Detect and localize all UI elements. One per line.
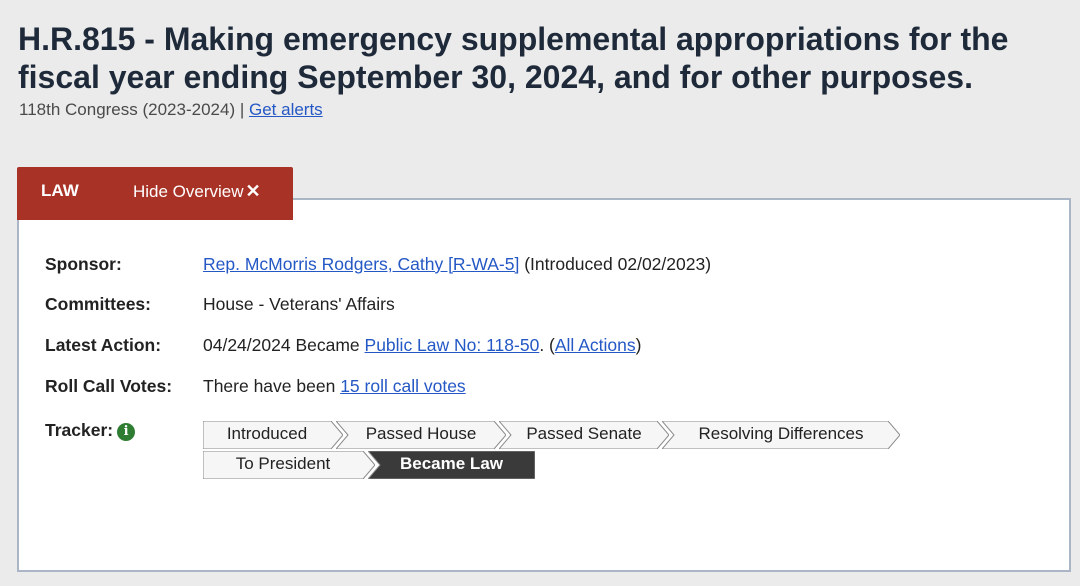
get-alerts-link[interactable]: Get alerts [249,100,323,119]
tracker-step-passed-house: Passed House [336,421,506,449]
tracker-step-introduced: Introduced [203,421,343,449]
page-title: H.R.815 - Making emergency supplemental … [18,21,1009,95]
all-actions-link[interactable]: All Actions [555,335,636,355]
roll-call-value: There have been 15 roll call votes [203,375,466,397]
hide-overview-button[interactable]: Hide Overview ✕ [133,181,261,202]
latest-action-close: ) [635,335,642,355]
committees-label: Committees: [45,294,151,314]
latest-action-text: 04/24/2024 Became [203,335,360,355]
latest-action-value: 04/24/2024 Became Public Law No: 118-50.… [203,334,641,356]
law-status-tab: LAW [41,181,79,200]
tracker-label: Tracker: [45,420,114,440]
latest-action-label: Latest Action: [45,335,162,355]
tracker-step-label: Introduced [226,424,308,443]
tracker-step-label: Resolving Differences [698,424,864,443]
tracker-step-resolving-differences: Resolving Differences [662,421,900,449]
hide-overview-label: Hide Overview [133,182,244,201]
sponsor-introduced: (Introduced 02/02/2023) [524,254,712,274]
congress-info: 118th Congress (2023-2024) | Get alerts [19,99,323,121]
tracker-step-label: Became Law [400,454,503,473]
tracker-step-became-law: Became Law [368,451,535,479]
tracker-step-to-president: To President [203,451,375,479]
congress-label: 118th Congress (2023-2024) | [19,100,245,119]
tracker-step-passed-senate: Passed Senate [499,421,669,449]
sponsor-value: Rep. McMorris Rodgers, Cathy [R-WA-5] (I… [203,253,711,275]
roll-call-text: There have been [203,376,336,396]
latest-action-separator: . ( [539,335,555,355]
sponsor-label: Sponsor: [45,254,122,274]
tracker-step-label: To President [235,454,331,473]
public-law-link[interactable]: Public Law No: 118-50 [365,335,540,355]
overview-tab-bar: LAW Hide Overview ✕ [17,167,293,220]
info-icon[interactable]: i [117,423,136,441]
tracker-label-wrap: Tracker: i [45,419,136,441]
roll-call-votes-link[interactable]: 15 roll call votes [340,376,465,396]
bill-tracker: Introduced Passed House Passed Senate Resol… [203,421,903,481]
tracker-step-label: Passed Senate [526,424,642,443]
sponsor-link[interactable]: Rep. McMorris Rodgers, Cathy [R-WA-5] [203,254,519,274]
committees-value: House - Veterans' Affairs [203,294,395,314]
roll-call-label: Roll Call Votes: [45,376,173,396]
tracker-step-label: Passed House [365,424,477,443]
close-icon: ✕ [245,181,261,201]
